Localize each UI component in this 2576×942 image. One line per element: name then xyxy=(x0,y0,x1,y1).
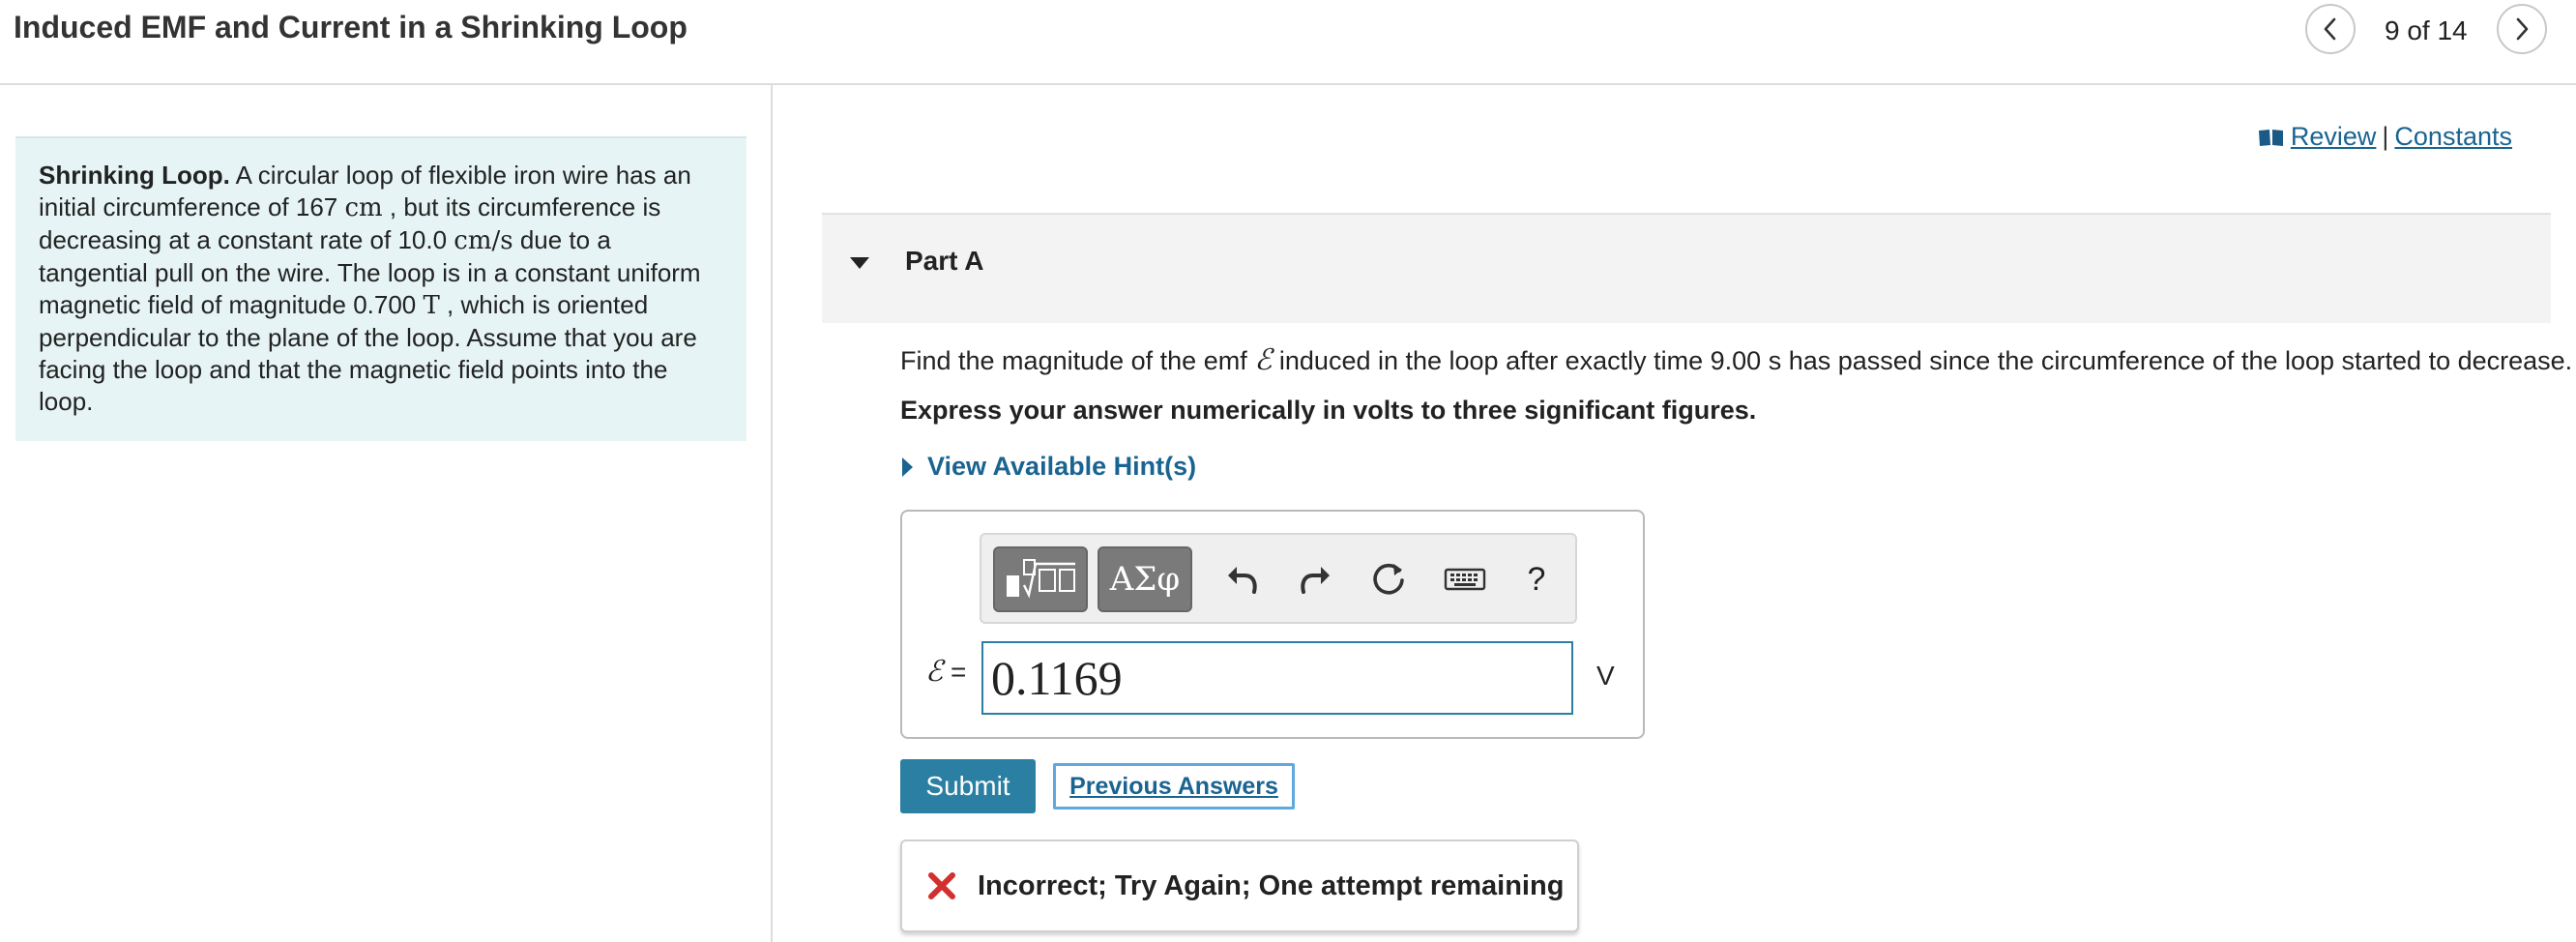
view-hints-toggle[interactable]: View Available Hint(s) xyxy=(900,452,1196,482)
previous-item-button[interactable] xyxy=(2305,4,2356,54)
greek-symbols-button[interactable]: ΑΣφ xyxy=(1098,546,1192,612)
answer-instruction: Express your answer numerically in volts… xyxy=(900,396,1757,425)
hints-label: View Available Hint(s) xyxy=(927,452,1197,481)
feedback-message: Incorrect; Try Again; One attempt remain… xyxy=(900,839,1579,932)
caret-down-icon[interactable] xyxy=(849,255,870,271)
reset-icon xyxy=(1373,563,1404,595)
math-toolbar: ΑΣφ ? xyxy=(980,533,1577,624)
help-button[interactable]: ? xyxy=(1515,558,1558,601)
templates-button[interactable] xyxy=(993,546,1088,612)
redo-icon xyxy=(1301,567,1330,594)
answer-emf-symbol: ℰ xyxy=(925,655,944,689)
problem-statement: Shrinking Loop. A circular loop of flexi… xyxy=(15,136,746,441)
chevron-left-icon xyxy=(2324,17,2336,41)
unit-cm: cm xyxy=(344,193,383,222)
chevron-right-icon xyxy=(2516,17,2529,41)
undo-button[interactable] xyxy=(1221,558,1264,601)
constants-link[interactable]: Constants xyxy=(2394,122,2512,152)
feedback-text: Incorrect; Try Again; One attempt remain… xyxy=(978,869,1565,901)
keyboard-icon xyxy=(1444,568,1486,591)
submit-button[interactable]: Submit xyxy=(900,759,1036,813)
unit-cm-per-s: cm/s xyxy=(454,226,513,255)
unit-tesla: T xyxy=(423,291,440,320)
review-link[interactable]: Review xyxy=(2291,122,2377,152)
answer-equals: = xyxy=(943,657,967,687)
next-item-button[interactable] xyxy=(2497,4,2547,54)
question-post: induced in the loop after exactly time 9… xyxy=(1272,346,2573,375)
fraction-root-template-icon xyxy=(1007,559,1075,599)
previous-answers-button[interactable]: Previous Answers xyxy=(1053,763,1295,810)
redo-button[interactable] xyxy=(1294,558,1336,601)
reset-button[interactable] xyxy=(1367,558,1410,601)
resource-links: Review | Constants xyxy=(2258,122,2512,152)
part-a-header[interactable]: Part A xyxy=(822,213,2551,323)
item-position: 9 of 14 xyxy=(2385,15,2468,45)
answer-label: ℰ = xyxy=(925,655,966,689)
keyboard-button[interactable] xyxy=(1442,558,1488,601)
emf-symbol: ℰ xyxy=(1254,343,1273,377)
panel-divider xyxy=(771,85,773,942)
answer-unit: V xyxy=(1596,661,1615,691)
x-mark-icon xyxy=(928,872,955,899)
question-pre: Find the magnitude of the emf xyxy=(900,346,1255,375)
header-bar: Induced EMF and Current in a Shrinking L… xyxy=(0,0,2576,85)
answer-input[interactable]: 0.1169 xyxy=(981,641,1573,715)
question-text: Find the magnitude of the emf ℰ induced … xyxy=(900,343,2572,377)
answer-box: ΑΣφ ? ℰ = 0.1169 V xyxy=(900,510,1645,739)
book-icon xyxy=(2258,129,2283,146)
page-title: Induced EMF and Current in a Shrinking L… xyxy=(14,10,688,44)
undo-icon xyxy=(1228,567,1257,594)
link-separator: | xyxy=(2382,122,2389,151)
problem-lead: Shrinking Loop. xyxy=(39,161,230,190)
part-title: Part A xyxy=(905,246,984,276)
caret-right-icon xyxy=(902,456,913,477)
